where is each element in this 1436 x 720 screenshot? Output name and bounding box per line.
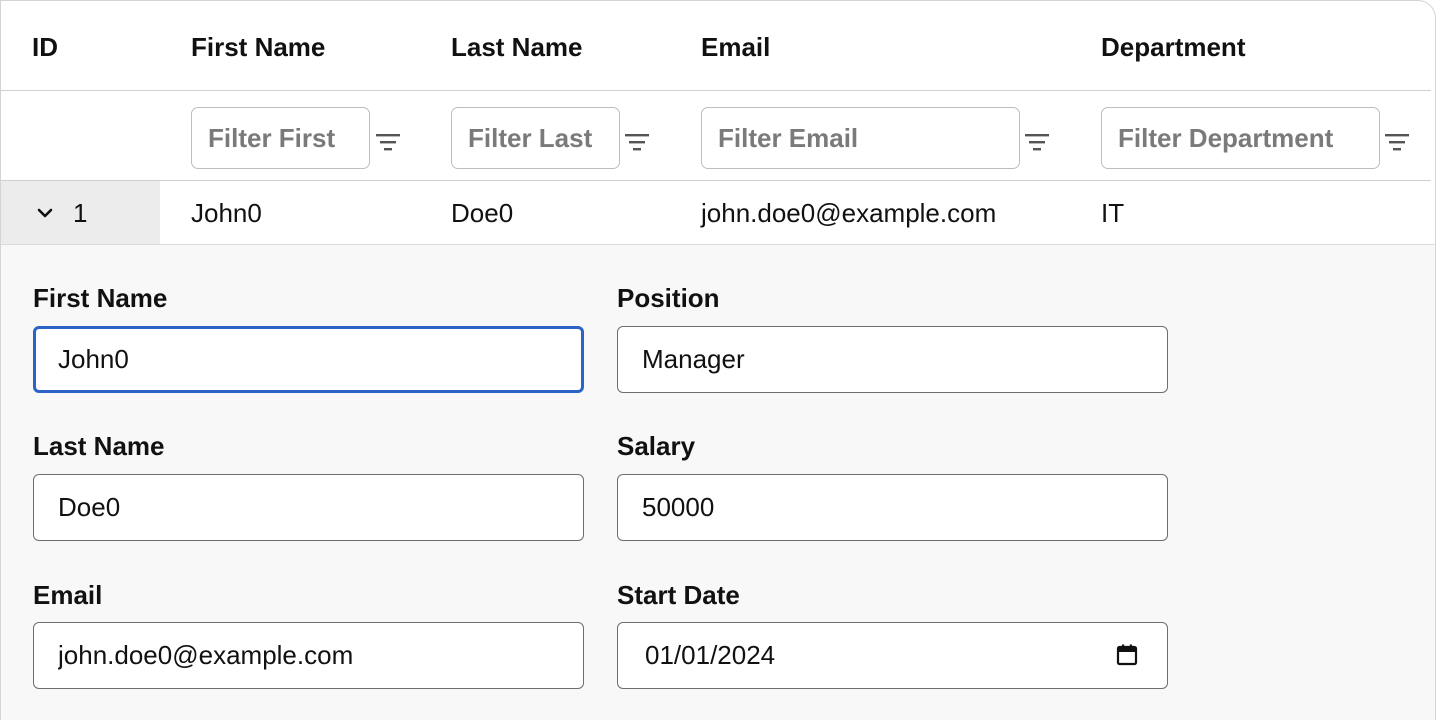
filter-icon[interactable] (1024, 132, 1050, 152)
salary-label: Salary (617, 431, 696, 461)
table-row[interactable]: 1 John0 Doe0 john.doe0@example.com IT (1, 181, 1435, 245)
column-header-first-name[interactable]: First Name (191, 31, 325, 63)
email-label: Email (33, 580, 103, 610)
filter-icon[interactable] (624, 132, 650, 152)
first-name-field[interactable] (33, 326, 584, 393)
cell-email: john.doe0@example.com (701, 198, 997, 228)
last-name-label: Last Name (33, 431, 165, 461)
column-header-department[interactable]: Department (1101, 31, 1245, 63)
salary-field[interactable] (617, 474, 1168, 541)
column-header-id[interactable]: ID (32, 31, 58, 63)
row-id: 1 (73, 198, 88, 228)
filter-first-name-input[interactable] (191, 107, 370, 169)
filter-icon[interactable] (1384, 132, 1410, 152)
id-cell[interactable]: 1 (1, 181, 160, 244)
position-label: Position (617, 283, 720, 313)
calendar-icon[interactable] (1115, 643, 1139, 667)
position-field[interactable] (617, 326, 1168, 393)
header-row: ID First Name Last Name Email Department (1, 1, 1431, 91)
row-detail-panel: First Name Last Name Email Position Sala… (1, 245, 1435, 720)
first-name-label: First Name (33, 283, 168, 313)
filter-department-input[interactable] (1101, 107, 1380, 169)
column-header-email[interactable]: Email (701, 31, 770, 63)
last-name-field[interactable] (33, 474, 584, 541)
data-grid: ID First Name Last Name Email Department (0, 0, 1436, 720)
cell-first-name: John0 (191, 198, 262, 228)
email-field[interactable] (33, 622, 584, 689)
start-date-value[interactable]: 01/01/2024 (645, 640, 775, 670)
filter-icon[interactable] (375, 132, 401, 152)
chevron-down-icon[interactable] (35, 203, 55, 223)
filter-row (1, 91, 1431, 181)
cell-department: IT (1101, 198, 1125, 228)
column-header-last-name[interactable]: Last Name (451, 31, 583, 63)
filter-last-name-input[interactable] (451, 107, 620, 169)
filter-email-input[interactable] (701, 107, 1020, 169)
cell-last-name: Doe0 (451, 198, 514, 228)
start-date-label: Start Date (617, 580, 740, 610)
start-date-field[interactable]: 01/01/2024 (617, 622, 1168, 689)
